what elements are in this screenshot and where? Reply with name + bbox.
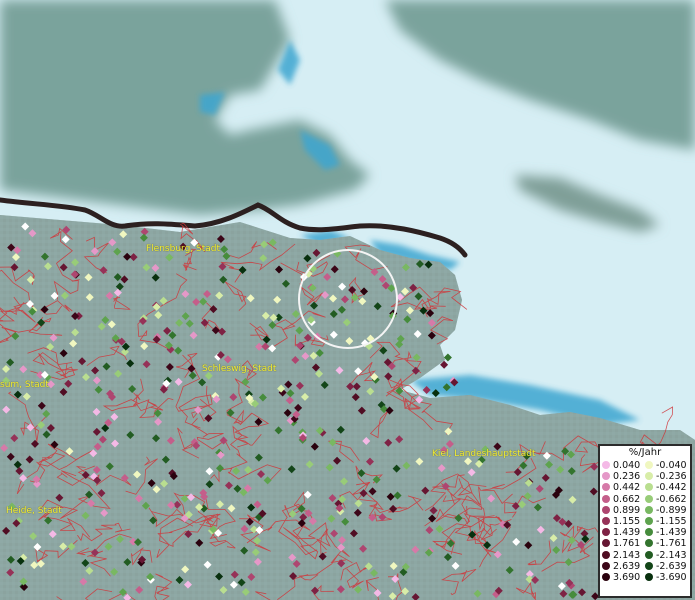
city-label-kiel: Kiel, Landeshauptstadt <box>432 449 536 459</box>
legend-row: 1.439 -1.439 <box>602 527 690 538</box>
legend-swatch <box>644 573 653 582</box>
legend-swatch <box>602 528 610 537</box>
legend-label: -0.662 <box>655 493 687 505</box>
map-canvas[interactable] <box>0 0 695 600</box>
legend-swatch <box>644 539 653 548</box>
legend-swatch <box>602 517 610 526</box>
legend-label: -0.899 <box>655 504 687 516</box>
legend-entry-negative: -1.439 <box>644 527 690 539</box>
legend-swatch <box>602 494 610 503</box>
legend-row: 2.639 -2.639 <box>602 561 690 572</box>
legend-swatch <box>644 517 653 526</box>
legend-row: 1.155 -1.155 <box>602 516 690 527</box>
legend-swatch <box>644 550 653 559</box>
legend-entry-negative: -2.143 <box>644 549 690 561</box>
legend-entry-positive: 0.899 <box>602 505 645 516</box>
legend-entry-negative: -3.690 <box>644 572 690 584</box>
legend-swatch <box>644 483 653 492</box>
legend-label: 2.143 <box>613 549 641 561</box>
legend-swatch <box>644 505 653 514</box>
legend-label: 3.690 <box>613 572 641 584</box>
legend-entry-negative: -2.639 <box>644 560 690 572</box>
legend-label: 1.761 <box>613 538 641 550</box>
city-label-schleswig: Schleswig, Stadt <box>202 364 277 374</box>
legend-table: 0.040 -0.040 0.236 -0.236 0.442 -0.442 0.662 -0… <box>602 460 690 583</box>
legend-swatch <box>602 550 610 559</box>
legend-swatch <box>644 528 653 537</box>
legend-label: 0.662 <box>613 493 641 505</box>
legend-entry-negative: -0.662 <box>644 493 690 505</box>
legend-swatch <box>602 539 610 548</box>
legend-entry-negative: -1.761 <box>644 538 690 550</box>
legend-label: 1.439 <box>613 527 641 539</box>
legend-label: -0.236 <box>655 471 687 483</box>
legend-swatch <box>602 561 610 570</box>
legend-label: 0.236 <box>613 471 641 483</box>
legend-entry-positive: 1.761 <box>602 538 645 549</box>
legend-entry-positive: 1.155 <box>602 516 645 527</box>
map-view[interactable]: Flensburg, Stadt Schleswig, Stadt sum, S… <box>0 0 695 600</box>
legend: %/Jahr 0.040 -0.040 0.236 -0.236 0.442 -0.442… <box>598 444 692 598</box>
legend-label: 0.442 <box>613 482 641 494</box>
legend-label: -3.690 <box>655 572 687 584</box>
legend-entry-negative: -0.040 <box>644 460 690 471</box>
legend-entry-positive: 2.639 <box>602 561 645 572</box>
legend-entry-positive: 0.236 <box>602 471 645 482</box>
legend-entry-positive: 2.143 <box>602 550 645 561</box>
legend-swatch <box>602 573 610 582</box>
legend-label: -2.639 <box>655 560 687 572</box>
legend-entry-negative: -0.899 <box>644 504 690 516</box>
legend-row: 0.040 -0.040 <box>602 460 690 471</box>
city-label-flensburg: Flensburg, Stadt <box>146 244 220 254</box>
legend-title: %/Jahr <box>628 447 662 458</box>
legend-entry-positive: 3.690 <box>602 572 645 583</box>
legend-label: -1.439 <box>655 527 687 539</box>
legend-row: 1.761 -1.761 <box>602 538 690 549</box>
legend-swatch <box>644 561 653 570</box>
city-label-husum: sum, Stadt <box>0 380 49 390</box>
legend-entry-negative: -1.155 <box>644 516 690 528</box>
legend-label: 0.899 <box>613 504 641 516</box>
legend-label: -0.442 <box>655 482 687 494</box>
legend-entry-positive: 0.040 <box>602 460 645 471</box>
legend-swatch <box>602 472 610 481</box>
legend-label: 2.639 <box>613 560 641 572</box>
legend-label: -0.040 <box>655 460 687 471</box>
legend-swatch <box>602 505 610 514</box>
legend-swatch <box>602 483 610 492</box>
legend-entry-positive: 0.662 <box>602 494 645 505</box>
legend-entry-negative: -0.442 <box>644 482 690 494</box>
legend-label: -1.761 <box>655 538 687 550</box>
legend-swatch <box>644 461 653 469</box>
legend-row: 3.690 -3.690 <box>602 572 690 583</box>
legend-row: 0.899 -0.899 <box>602 505 690 516</box>
legend-label: 0.040 <box>613 460 641 471</box>
legend-swatch <box>644 494 653 503</box>
city-label-heide: Heide, Stadt <box>6 506 62 516</box>
legend-label: -1.155 <box>655 516 687 528</box>
legend-swatch <box>644 472 653 481</box>
legend-entry-negative: -0.236 <box>644 471 690 483</box>
legend-row: 0.442 -0.442 <box>602 482 690 493</box>
legend-row: 2.143 -2.143 <box>602 550 690 561</box>
legend-row: 0.236 -0.236 <box>602 471 690 482</box>
legend-label: -2.143 <box>655 549 687 561</box>
legend-label: 1.155 <box>613 516 641 528</box>
legend-row: 0.662 -0.662 <box>602 494 690 505</box>
legend-entry-positive: 0.442 <box>602 482 645 493</box>
legend-entry-positive: 1.439 <box>602 527 645 538</box>
legend-swatch <box>602 461 610 469</box>
